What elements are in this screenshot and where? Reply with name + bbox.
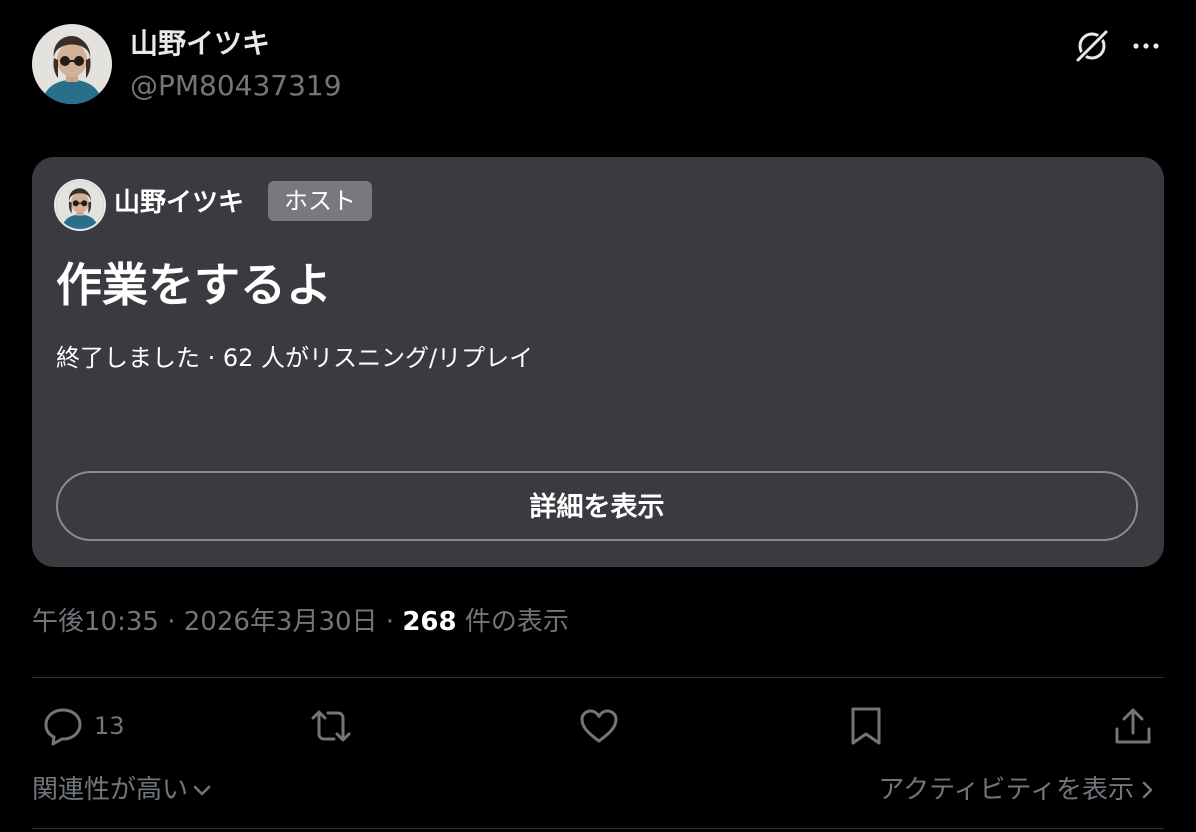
- sort-label: 関連性が高い: [32, 775, 189, 805]
- views-label: 件の表示: [456, 607, 569, 637]
- share-button[interactable]: [1112, 704, 1154, 748]
- retweet-button[interactable]: [308, 704, 354, 748]
- space-card[interactable]: 山野イツキ ホスト 作業をするよ 終了しました · 62 人がリスニング/リプレ…: [32, 157, 1164, 567]
- host-badge: ホスト: [268, 181, 372, 221]
- sort-dropdown[interactable]: 関連性が高い: [32, 770, 214, 810]
- like-button[interactable]: [578, 704, 620, 748]
- chevron-right-icon: [1142, 781, 1153, 799]
- space-status: 終了しました · 62 人がリスニング/リプレイ: [56, 344, 534, 372]
- chevron-down-icon: [193, 785, 211, 796]
- divider: [32, 828, 1164, 829]
- space-title: 作業をするよ: [56, 258, 332, 312]
- share-icon: [1115, 708, 1151, 744]
- view-activity-link[interactable]: アクティビティを表示: [878, 770, 1158, 810]
- reply-count: 13: [94, 712, 125, 740]
- reply-icon: [44, 708, 82, 746]
- host-name: 山野イツキ: [114, 188, 245, 218]
- bookmark-icon: [851, 707, 881, 745]
- more-icon[interactable]: [1124, 24, 1168, 68]
- post-time[interactable]: 午後10:35: [32, 607, 159, 637]
- host-avatar: [56, 181, 104, 229]
- meta-separator: ·: [158, 607, 184, 637]
- bookmark-button[interactable]: [846, 704, 886, 748]
- view-details-button[interactable]: 詳細を表示: [56, 471, 1138, 541]
- reply-button[interactable]: 13: [42, 704, 125, 748]
- retweet-icon: [311, 710, 351, 742]
- author-avatar[interactable]: [32, 24, 112, 104]
- views-count: 268: [402, 607, 457, 637]
- meta-separator: ·: [377, 607, 403, 637]
- post-detail-page: 山野イツキ @PM80437319 山野イツキ ホスト 作業をするよ 終了しまし…: [0, 0, 1196, 832]
- divider: [32, 677, 1164, 678]
- grok-icon[interactable]: [1070, 24, 1114, 68]
- avatar-portrait-image: [32, 24, 112, 104]
- like-icon: [580, 709, 618, 743]
- activity-label: アクティビティを表示: [878, 775, 1134, 805]
- author-name[interactable]: 山野イツキ: [130, 24, 270, 64]
- author-handle[interactable]: @PM80437319: [130, 66, 342, 106]
- post-meta: 午後10:35 · 2026年3月30日 · 268 件の表示: [32, 602, 569, 642]
- post-date[interactable]: 2026年3月30日: [184, 607, 378, 637]
